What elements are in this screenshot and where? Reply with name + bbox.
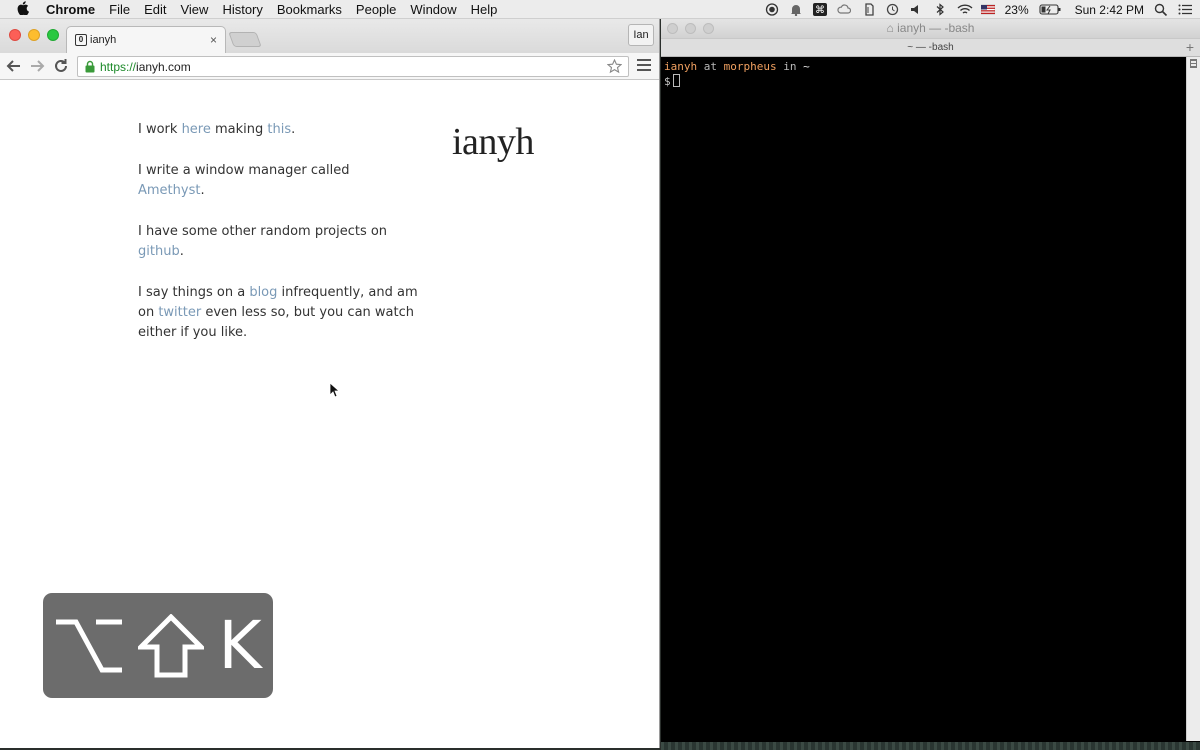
browser-toolbar: https:// ianyh.com xyxy=(0,53,659,80)
notification-bell-icon[interactable] xyxy=(789,3,803,16)
keystroke-overlay: K xyxy=(43,593,273,698)
text-cursor xyxy=(672,74,680,87)
time-machine-icon[interactable] xyxy=(885,3,899,16)
evernote-icon[interactable] xyxy=(861,3,875,16)
volume-icon[interactable] xyxy=(909,3,923,16)
terminal-titlebar: ⌂ ianyh — -bash xyxy=(661,19,1200,38)
tab-close-icon[interactable]: × xyxy=(210,33,217,47)
battery-icon[interactable] xyxy=(1039,3,1061,16)
menu-window[interactable]: Window xyxy=(403,2,463,17)
terminal-tab-title[interactable]: ~ — -bash xyxy=(907,42,953,53)
menu-people[interactable]: People xyxy=(349,2,403,17)
close-window-button[interactable] xyxy=(667,23,678,34)
url-host: ianyh.com xyxy=(136,59,191,74)
prompt-at: at xyxy=(703,60,717,73)
key-letter: K xyxy=(218,606,262,684)
status-area: ⌘ 23% Sun 2:42 PM xyxy=(765,0,1192,19)
link-here[interactable]: here xyxy=(182,122,211,137)
terminal-title: ianyh — -bash xyxy=(897,21,975,35)
reload-icon[interactable] xyxy=(52,57,70,75)
text: I work xyxy=(138,122,182,137)
prompt-symbol: $ xyxy=(664,75,671,88)
cloud-icon[interactable] xyxy=(836,3,851,16)
record-icon[interactable] xyxy=(765,3,779,16)
text: . xyxy=(200,183,205,198)
terminal-tab-bar: ~ — -bash + xyxy=(661,38,1200,57)
text: I say things on a xyxy=(138,285,250,300)
paragraph-blog: I say things on a blog infrequently, and… xyxy=(138,283,418,343)
scroll-grip-icon[interactable] xyxy=(1190,59,1197,68)
home-icon: ⌂ xyxy=(886,21,894,35)
terminal-output[interactable]: ianyh at morpheus in ~ $ xyxy=(661,57,1200,741)
link-blog[interactable]: blog xyxy=(249,285,277,300)
secure-lock-icon[interactable] xyxy=(84,60,96,73)
paragraph-work: I work here making this. xyxy=(138,120,418,140)
mouse-cursor-icon xyxy=(329,382,339,398)
apple-icon[interactable] xyxy=(0,0,44,18)
desktop-wallpaper xyxy=(661,742,1200,750)
browser-tab[interactable]: 0 ianyh × xyxy=(66,26,226,53)
notification-center-icon[interactable] xyxy=(1178,3,1192,16)
menu-help[interactable]: Help xyxy=(464,2,505,17)
close-window-button[interactable] xyxy=(9,29,21,41)
menu-file[interactable]: File xyxy=(102,2,137,17)
menu-app-name[interactable]: Chrome xyxy=(44,2,102,17)
command-icon[interactable]: ⌘ xyxy=(812,3,827,16)
text: making xyxy=(210,122,268,137)
prompt-in: in xyxy=(783,60,797,73)
prompt-user: ianyh xyxy=(664,60,698,73)
chrome-window: 0 ianyh × Ian https:// ianyh.com I work … xyxy=(0,19,660,748)
bookmark-star-icon[interactable] xyxy=(607,59,622,74)
text: . xyxy=(291,122,296,137)
svg-text:⌘: ⌘ xyxy=(815,5,825,16)
wifi-icon[interactable] xyxy=(957,3,973,16)
maximize-window-button[interactable] xyxy=(703,23,714,34)
text: . xyxy=(179,244,184,259)
forward-arrow-icon[interactable] xyxy=(28,57,46,75)
page-content: I work here making this. I write a windo… xyxy=(138,120,418,364)
minimize-window-button[interactable] xyxy=(28,29,40,41)
terminal-scrollbar[interactable] xyxy=(1186,57,1200,741)
new-tab-button[interactable] xyxy=(228,32,262,47)
back-arrow-icon[interactable] xyxy=(5,57,23,75)
address-bar[interactable]: https:// ianyh.com xyxy=(77,56,629,77)
clock[interactable]: Sun 2:42 PM xyxy=(1075,3,1144,17)
shift-key-icon xyxy=(138,613,205,678)
text: I have some other random projects on xyxy=(138,224,388,239)
menu-edit[interactable]: Edit xyxy=(137,2,173,17)
profile-button[interactable]: Ian xyxy=(628,24,654,46)
menu-view[interactable]: View xyxy=(173,2,215,17)
site-favicon-icon: 0 xyxy=(75,34,87,46)
chrome-menu-icon[interactable] xyxy=(637,59,651,71)
site-logo[interactable]: ianyh xyxy=(452,120,534,164)
prompt-line-2: $ xyxy=(664,74,1197,89)
us-flag-icon[interactable] xyxy=(980,3,995,16)
option-key-icon xyxy=(54,616,124,676)
spotlight-icon[interactable] xyxy=(1154,3,1168,16)
new-terminal-tab-button[interactable]: + xyxy=(1186,39,1194,56)
text: I write a window manager called xyxy=(138,163,350,178)
link-amethyst[interactable]: Amethyst xyxy=(138,183,200,198)
menu-bar: Chrome File Edit View History Bookmarks … xyxy=(0,0,1200,19)
paragraph-github: I have some other random projects on git… xyxy=(138,222,418,262)
battery-percent[interactable]: 23% xyxy=(1005,3,1029,17)
maximize-window-button[interactable] xyxy=(47,29,59,41)
prompt-line-1: ianyh at morpheus in ~ xyxy=(664,60,1197,74)
link-this[interactable]: this xyxy=(267,122,291,137)
minimize-window-button[interactable] xyxy=(685,23,696,34)
bluetooth-icon[interactable] xyxy=(933,3,947,16)
menu-history[interactable]: History xyxy=(215,2,269,17)
url-scheme: https:// xyxy=(100,59,137,74)
terminal-window: ⌂ ianyh — -bash ~ — -bash + ianyh at mor… xyxy=(661,19,1200,742)
prompt-host: morpheus xyxy=(723,60,777,73)
prompt-cwd: ~ xyxy=(803,60,810,73)
paragraph-amethyst: I write a window manager called Amethyst… xyxy=(138,161,418,201)
tab-strip: 0 ianyh × Ian xyxy=(0,19,659,53)
tab-title: ianyh xyxy=(90,34,117,46)
link-twitter[interactable]: twitter xyxy=(158,305,201,320)
web-page: I work here making this. I write a windo… xyxy=(0,80,659,748)
menu-bookmarks[interactable]: Bookmarks xyxy=(270,2,349,17)
link-github[interactable]: github xyxy=(138,244,180,259)
